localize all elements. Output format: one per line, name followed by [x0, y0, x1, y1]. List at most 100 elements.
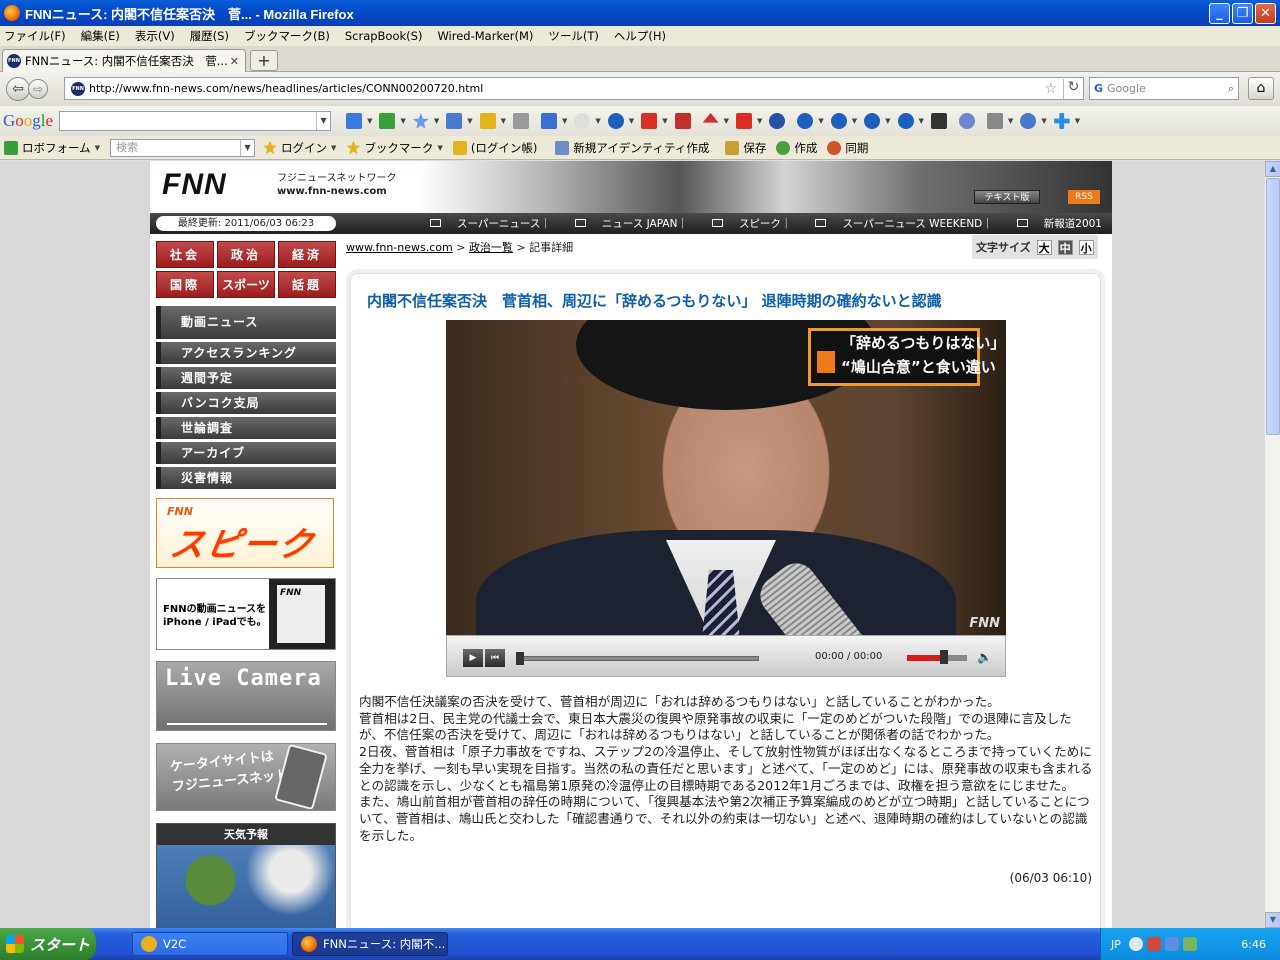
login-book-link[interactable]: (ログイン帳): [452, 140, 537, 156]
breadcrumb-politics[interactable]: 政治一覧: [469, 241, 513, 254]
roboform-menu[interactable]: ロボフォーム ▼: [4, 140, 100, 156]
side-menu-ranking[interactable]: アクセスランキング: [156, 342, 336, 364]
globe-icon-5[interactable]: [897, 113, 914, 129]
breadcrumb-home[interactable]: www.fnn-news.com: [346, 241, 453, 254]
planet-icon[interactable]: [769, 113, 786, 129]
category-sports[interactable]: スポーツ: [217, 271, 275, 298]
amazon-icon[interactable]: [930, 113, 947, 129]
menu-bookmarks[interactable]: ブックマーク(B): [244, 28, 330, 44]
tray-app-icon[interactable]: [1146, 937, 1161, 951]
ime-icon[interactable]: [1128, 937, 1143, 951]
google-search-icon[interactable]: [346, 113, 363, 129]
page-icon[interactable]: [986, 113, 1003, 129]
rss-button[interactable]: RSS: [1068, 190, 1100, 204]
seek-handle[interactable]: [516, 652, 524, 665]
category-economy[interactable]: 経済: [278, 241, 336, 268]
scroll-up-arrow[interactable]: ▲: [1265, 161, 1280, 177]
sync-button[interactable]: 同期: [827, 140, 868, 156]
translate-icon[interactable]: [446, 113, 463, 129]
ime-language[interactable]: JP: [1111, 938, 1121, 951]
side-menu-poll[interactable]: 世論調査: [156, 417, 336, 439]
forward-button[interactable]: ⇨: [28, 79, 48, 99]
circle-icon[interactable]: [574, 113, 591, 129]
iphone-banner[interactable]: FNNの動画ニュースを iPhone / iPadでも。 FNN: [156, 578, 336, 650]
menu-history[interactable]: 履歴(S): [190, 28, 229, 44]
menu-help[interactable]: ヘルプ(H): [614, 28, 666, 44]
side-menu-disaster[interactable]: 災害情報: [156, 467, 336, 489]
gmail-icon-2[interactable]: [735, 113, 752, 129]
bookmarks-star-icon[interactable]: [412, 113, 429, 129]
new-tab-button[interactable]: +: [250, 50, 278, 71]
program-link-news-japan[interactable]: ニュース JAPAN｜: [563, 216, 688, 231]
scroll-thumb[interactable]: [1266, 178, 1280, 435]
chevron-down-icon[interactable]: ▼: [240, 139, 254, 156]
new-identity-button[interactable]: 新規アイデンティティ作成: [555, 140, 709, 156]
chevron-down-icon[interactable]: ▼: [316, 112, 330, 130]
home-button[interactable]: ⌂: [1248, 77, 1274, 100]
tray-green-icon[interactable]: [1182, 937, 1197, 951]
network-icon[interactable]: [1164, 937, 1179, 951]
side-menu-bangkok[interactable]: バンコク支局: [156, 392, 336, 414]
arrow-up-icon[interactable]: [702, 113, 719, 123]
font-size-small-button[interactable]: 小: [1078, 239, 1094, 255]
url-bar[interactable]: FNN http://www.fnn-news.com/news/headlin…: [64, 77, 1084, 100]
close-button[interactable]: ✕: [1255, 2, 1276, 24]
maximize-button[interactable]: ❐: [1232, 2, 1253, 24]
taskbar-item-firefox[interactable]: FNNニュース: 内閣不...: [292, 932, 448, 956]
url-text[interactable]: http://www.fnn-news.com/news/headlines/a…: [89, 82, 483, 95]
google-search-input[interactable]: ▼: [59, 111, 332, 131]
category-international[interactable]: 国際: [156, 271, 214, 298]
start-button[interactable]: スタート: [0, 928, 96, 960]
live-camera-banner[interactable]: Live Camera: [156, 661, 336, 731]
globe-icon-2[interactable]: [797, 113, 814, 129]
menu-wired-marker[interactable]: Wired-Marker(M): [437, 29, 533, 43]
reload-icon[interactable]: ↻: [1063, 78, 1083, 99]
bookmark-star-icon[interactable]: ☆: [1044, 81, 1057, 97]
login-menu[interactable]: ログイン ▼: [263, 140, 336, 156]
tab-close-icon[interactable]: ✕: [230, 55, 239, 68]
seek-bar[interactable]: [516, 652, 759, 665]
side-menu-archive[interactable]: アーカイブ: [156, 442, 336, 464]
search-box[interactable]: G Google ⌕: [1089, 77, 1239, 100]
mobile-site-banner[interactable]: ケータイサイトは フジニュースネット: [156, 743, 336, 811]
google-engine-icon[interactable]: G: [1094, 82, 1103, 95]
roboform-search-input[interactable]: 検索 ▼: [110, 138, 256, 157]
volume-slider[interactable]: [907, 650, 967, 664]
compass-icon[interactable]: [958, 113, 975, 129]
program-link-speak[interactable]: スピーク｜: [700, 216, 791, 231]
program-link-super-news[interactable]: スーパーニュース｜: [418, 216, 551, 231]
text-version-button[interactable]: テキスト版: [974, 190, 1040, 204]
fnn-logo[interactable]: FNN: [162, 168, 227, 202]
taskbar-item-v2c[interactable]: V2C: [132, 932, 288, 956]
font-size-large-button[interactable]: 大: [1036, 239, 1052, 255]
search-magnifier-icon[interactable]: ⌕: [1228, 82, 1234, 96]
side-menu-weekly[interactable]: 週間予定: [156, 367, 336, 389]
program-link-weekend[interactable]: スーパーニュース WEEKEND｜: [803, 216, 993, 231]
speaker-icon[interactable]: 🔈: [977, 650, 992, 664]
back-button[interactable]: ⇦: [6, 77, 30, 101]
minimize-button[interactable]: _: [1209, 2, 1230, 24]
scroll-down-arrow[interactable]: ▼: [1265, 912, 1280, 928]
youtube-icon[interactable]: [674, 113, 691, 129]
clock-icon[interactable]: [1020, 113, 1037, 129]
menu-view[interactable]: 表示(V): [135, 28, 175, 44]
menu-scrapbook[interactable]: ScrapBook(S): [345, 29, 423, 43]
category-topics[interactable]: 話題: [278, 271, 336, 298]
category-politics[interactable]: 政治: [217, 241, 275, 268]
pagerank-icon[interactable]: [379, 113, 396, 129]
save-button[interactable]: 保存: [725, 140, 766, 156]
side-menu-video-news[interactable]: 動画ニュース: [156, 306, 336, 339]
globe-icon-3[interactable]: [830, 113, 847, 129]
notebook-icon[interactable]: [479, 113, 496, 129]
tab-fnn-news[interactable]: FNN FNNニュース: 内閣不信任案否決 菅... ✕: [2, 49, 246, 72]
globe-icon[interactable]: [607, 113, 624, 129]
vertical-scrollbar[interactable]: ▲ ▼: [1264, 161, 1280, 928]
rewind-icon[interactable]: ⏮: [485, 649, 505, 667]
weather-widget[interactable]: 天気予報: [156, 823, 336, 928]
video-frame[interactable]: 「辞めるつもりはない」 “鳩山合意”と食い違い FNN: [446, 320, 1006, 635]
menu-file[interactable]: ファイル(F): [4, 28, 66, 44]
category-society[interactable]: 社会: [156, 241, 214, 268]
menu-edit[interactable]: 編集(E): [81, 28, 120, 44]
font-size-medium-button[interactable]: 中: [1057, 239, 1073, 255]
add-button-icon[interactable]: [1053, 113, 1070, 129]
